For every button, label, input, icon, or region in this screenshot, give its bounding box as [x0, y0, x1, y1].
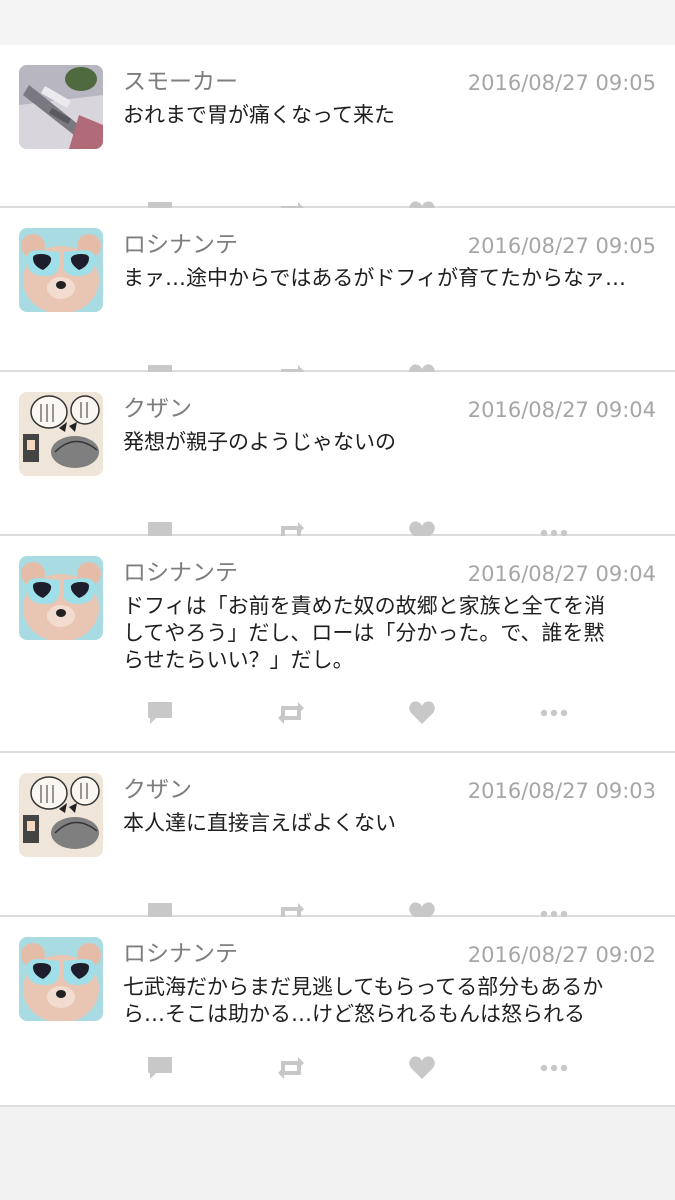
tweet-actions-row	[0, 698, 675, 728]
avatar[interactable]	[19, 937, 103, 1021]
bear-avatar-image	[19, 556, 103, 640]
avatar[interactable]	[19, 773, 103, 857]
timeline: スモーカー 2016/08/27 09:05 おれまで胃が痛くなって来た ロシナ…	[0, 45, 675, 1107]
user-name[interactable]: スモーカー	[123, 67, 238, 97]
reply-button[interactable]	[140, 698, 180, 728]
user-name[interactable]: ロシナンテ	[123, 558, 238, 588]
tweet-item[interactable]: クザン 2016/08/27 09:04 発想が親子のようじゃないの	[0, 372, 675, 544]
like-icon	[409, 701, 435, 724]
more-button[interactable]	[534, 1053, 574, 1083]
tweet-item[interactable]: クザン 2016/08/27 09:03 本人達に直接言えばよくない	[0, 753, 675, 925]
timestamp: 2016/08/27 09:05	[467, 234, 656, 258]
reply-icon	[148, 702, 172, 724]
user-name[interactable]: ロシナンテ	[123, 939, 238, 969]
status-bar-area	[0, 0, 675, 45]
timestamp: 2016/08/27 09:04	[467, 562, 656, 586]
timestamp: 2016/08/27 09:03	[467, 779, 656, 803]
timestamp: 2016/08/27 09:04	[467, 398, 656, 422]
timestamp: 2016/08/27 09:05	[467, 71, 656, 95]
like-button[interactable]	[402, 1053, 442, 1083]
tweet-text: ドフィは「お前を責めた奴の故郷と家族と全てを消 してやろう」だし、ローは「分かっ…	[123, 594, 606, 672]
tweet-item[interactable]: ロシナンテ 2016/08/27 09:02 七武海だからまだ見逃してもらってる…	[0, 917, 675, 1107]
tweet-text: 七武海だからまだ見逃してもらってる部分もあるか ら…そこは助かる…けど怒られるも…	[123, 975, 604, 1026]
tweet-item[interactable]: スモーカー 2016/08/27 09:05 おれまで胃が痛くなって来た	[0, 45, 675, 224]
avatar[interactable]	[19, 228, 103, 312]
bear-avatar-image	[19, 937, 103, 1021]
avatar[interactable]	[19, 556, 103, 640]
tweet-text: まァ…途中からではあるがドフィが育てたからなァ…	[123, 266, 626, 290]
tweet-text: 本人達に直接言えばよくない	[123, 811, 396, 835]
tweet-text: おれまで胃が痛くなって来た	[123, 103, 395, 127]
tweet-item[interactable]: ロシナンテ 2016/08/27 09:05 まァ…途中からではあるがドフィが育…	[0, 208, 675, 387]
avatar[interactable]	[19, 392, 103, 476]
like-icon	[409, 1056, 435, 1079]
tweet-text: 発想が親子のようじゃないの	[123, 430, 396, 454]
like-button[interactable]	[402, 698, 442, 728]
bear-avatar-image	[19, 228, 103, 312]
tweet-actions-row	[0, 1053, 675, 1083]
user-name[interactable]: クザン	[123, 775, 192, 805]
more-button[interactable]	[534, 698, 574, 728]
manga-avatar-image	[19, 392, 103, 476]
more-icon	[540, 709, 568, 717]
avatar[interactable]	[19, 65, 103, 149]
retweet-button[interactable]	[271, 1053, 311, 1083]
more-icon	[540, 1064, 568, 1072]
tweet-item[interactable]: ロシナンテ 2016/08/27 09:04 ドフィは「お前を責めた奴の故郷と家…	[0, 536, 675, 753]
manga-avatar-image	[19, 773, 103, 857]
timestamp: 2016/08/27 09:02	[467, 943, 656, 967]
retweet-icon	[278, 702, 304, 724]
smoker-avatar-image	[19, 65, 103, 149]
retweet-button[interactable]	[271, 698, 311, 728]
reply-button[interactable]	[140, 1053, 180, 1083]
reply-icon	[148, 1057, 172, 1079]
user-name[interactable]: クザン	[123, 394, 192, 424]
retweet-icon	[278, 1057, 304, 1079]
user-name[interactable]: ロシナンテ	[123, 230, 238, 260]
